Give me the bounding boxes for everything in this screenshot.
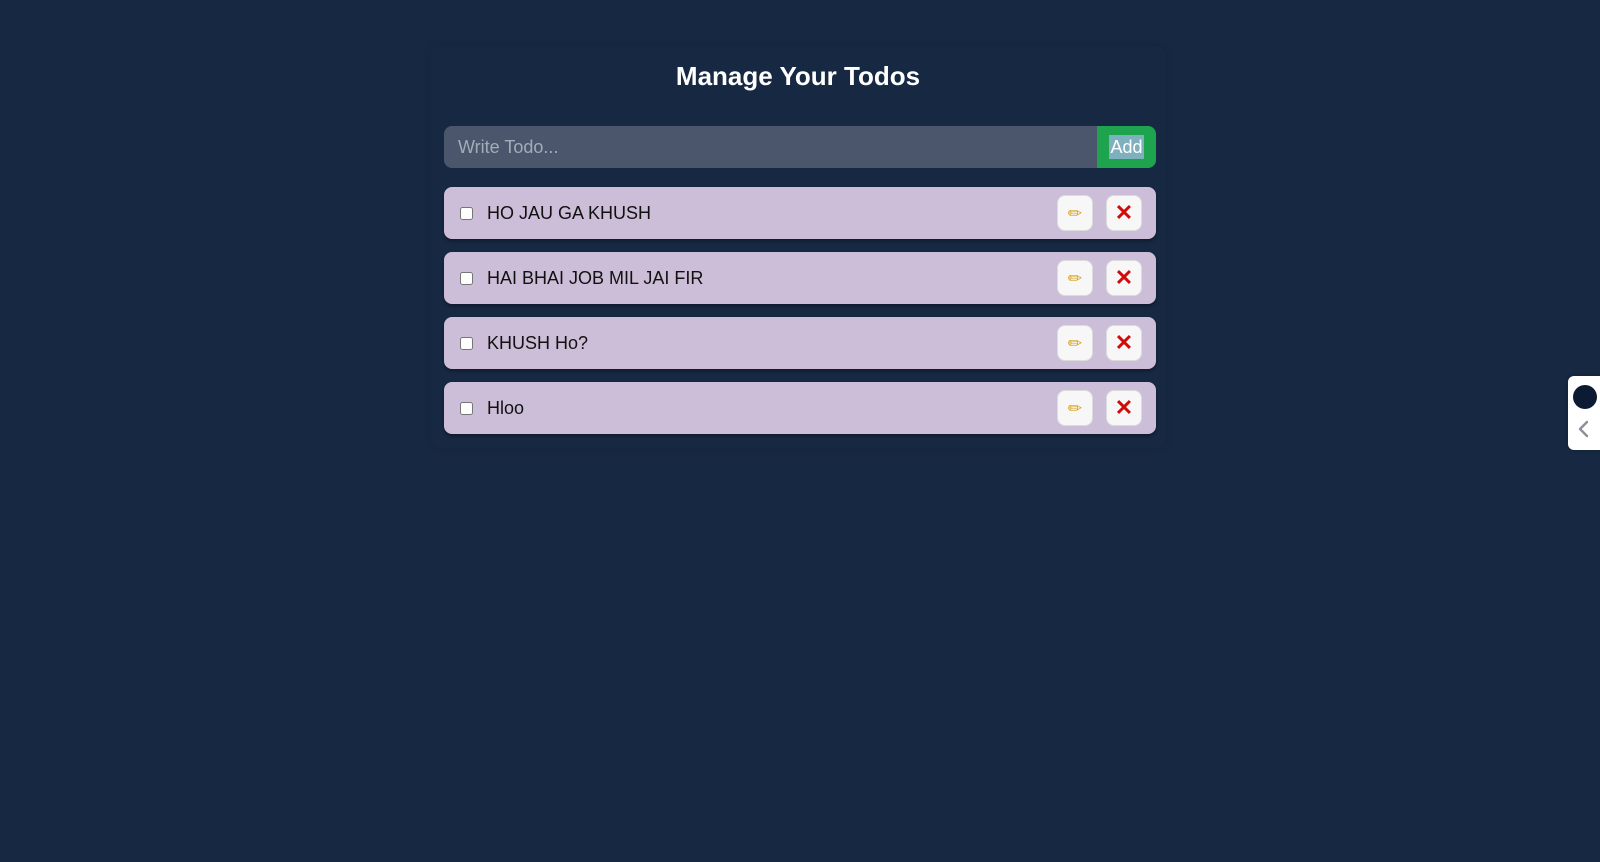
edit-button[interactable]: ✏ — [1057, 325, 1093, 361]
add-button[interactable]: Add — [1097, 126, 1156, 168]
todo-item: HO JAU GA KHUSH ✏ ✕ — [444, 187, 1156, 239]
chevron-left-icon[interactable] — [1572, 418, 1596, 440]
todo-checkbox[interactable] — [460, 336, 473, 350]
side-widget[interactable] — [1568, 376, 1600, 450]
pencil-icon: ✏ — [1067, 398, 1083, 418]
add-button-label: Add — [1109, 135, 1144, 159]
page-title: Manage Your Todos — [675, 61, 921, 91]
extension-logo-icon[interactable] — [1573, 385, 1597, 409]
edit-button[interactable]: ✏ — [1057, 260, 1093, 296]
delete-button[interactable]: ✕ — [1106, 325, 1142, 361]
todo-item: KHUSH Ho? ✏ ✕ — [444, 317, 1156, 369]
todo-checkbox[interactable] — [460, 401, 473, 415]
todo-input[interactable] — [444, 126, 1097, 168]
todo-text: Hloo — [487, 397, 525, 418]
cross-icon: ✕ — [1114, 330, 1134, 355]
todo-checkbox[interactable] — [460, 206, 473, 220]
delete-button[interactable]: ✕ — [1106, 390, 1142, 426]
edit-button[interactable]: ✏ — [1057, 195, 1093, 231]
todo-item: HAI BHAI JOB MIL JAI FIR ✏ ✕ — [444, 252, 1156, 304]
pencil-icon: ✏ — [1067, 333, 1083, 353]
todo-container: Manage Your Todos Add HO JAU GA KHUSH ✏ … — [430, 46, 1166, 448]
todo-text: HO JAU GA KHUSH — [487, 202, 652, 223]
todo-form: Add — [444, 126, 1156, 168]
pencil-icon: ✏ — [1067, 268, 1083, 288]
cross-icon: ✕ — [1114, 265, 1134, 290]
pencil-icon: ✏ — [1067, 203, 1083, 223]
delete-button[interactable]: ✕ — [1106, 260, 1142, 296]
cross-icon: ✕ — [1114, 200, 1134, 225]
todo-text: HAI BHAI JOB MIL JAI FIR — [487, 267, 704, 288]
todo-checkbox[interactable] — [460, 271, 473, 285]
edit-button[interactable]: ✏ — [1057, 390, 1093, 426]
todo-list: HO JAU GA KHUSH ✏ ✕ HAI BHAI JOB MIL JAI… — [444, 187, 1156, 447]
cross-icon: ✕ — [1114, 395, 1134, 420]
todo-item: Hloo ✏ ✕ — [444, 382, 1156, 434]
delete-button[interactable]: ✕ — [1106, 195, 1142, 231]
todo-text: KHUSH Ho? — [487, 332, 589, 353]
